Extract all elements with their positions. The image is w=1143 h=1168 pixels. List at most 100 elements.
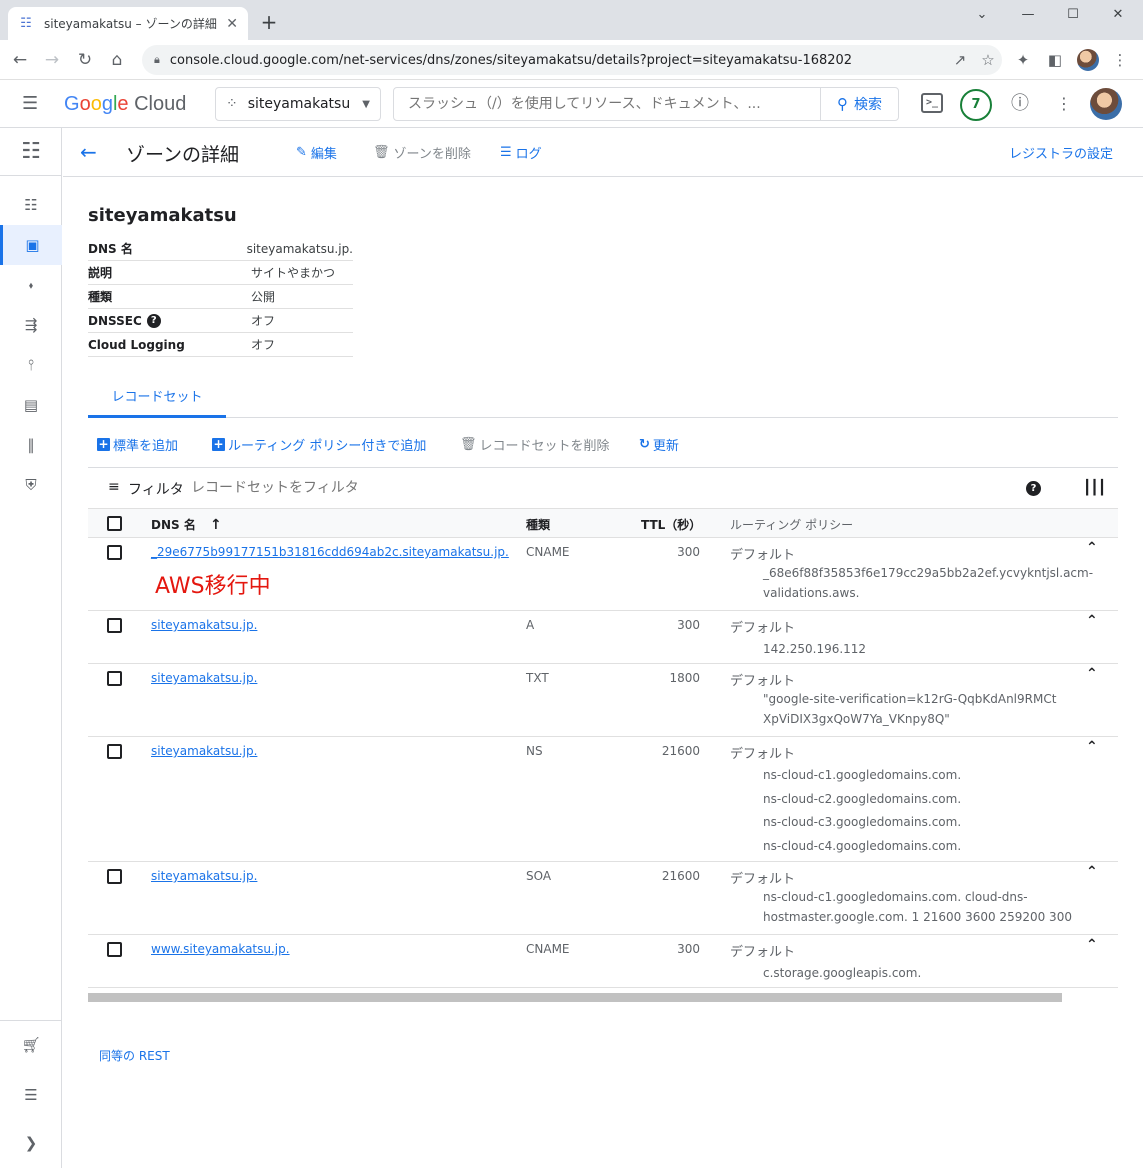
nav-nat-icon[interactable]: ⇶: [0, 305, 62, 345]
back-icon[interactable]: ←: [8, 48, 32, 72]
col-dns-name[interactable]: DNS 名 ↑: [151, 516, 222, 533]
nav-private-service-connect-icon[interactable]: ∥: [0, 425, 62, 465]
forward-icon[interactable]: →: [40, 48, 64, 72]
record-type: TXT: [526, 671, 549, 685]
filter-input[interactable]: [191, 476, 591, 500]
search-button[interactable]: ⚲ 検索: [820, 88, 898, 120]
nav-release-notes-icon[interactable]: ☰: [0, 1075, 62, 1115]
bookmark-star-icon[interactable]: ☆: [974, 51, 1002, 69]
detail-key: DNS 名: [88, 242, 133, 256]
record-policy: デフォルト: [730, 621, 796, 636]
browser-menu-icon[interactable]: ⋮: [1108, 48, 1132, 72]
col-routing-policy: ルーティング ポリシー: [730, 518, 854, 532]
nav-expand-icon[interactable]: ❯: [0, 1123, 62, 1163]
logo-letter: o: [79, 93, 91, 115]
detail-value: オフ: [251, 338, 276, 352]
share-icon[interactable]: ↗: [946, 51, 974, 69]
row-checkbox[interactable]: [107, 942, 122, 957]
help-circle-icon[interactable]: ?: [146, 313, 161, 328]
chevron-up-icon[interactable]: ⌃: [1086, 937, 1098, 953]
chevron-up-icon[interactable]: ⌃: [1086, 864, 1098, 880]
refresh-button[interactable]: ↻ 更新: [639, 435, 679, 454]
horizontal-scrollbar[interactable]: [88, 993, 1062, 1002]
zone-detail-row: 種類 公開: [88, 285, 353, 309]
maximize-button[interactable]: ☐: [1053, 4, 1093, 26]
network-services-icon[interactable]: ☷: [0, 128, 62, 176]
back-arrow-icon[interactable]: ←: [80, 140, 97, 164]
side-panel-icon[interactable]: ◧: [1043, 48, 1067, 72]
nav-cloud-armor-icon[interactable]: ⛨: [0, 465, 62, 505]
notifications-badge[interactable]: 7: [960, 89, 992, 121]
chevron-up-icon[interactable]: ⌃: [1086, 666, 1098, 682]
record-name-link[interactable]: www.siteyamakatsu.jp.: [151, 942, 290, 956]
nav-marketplace-icon[interactable]: 🛒︎: [0, 1025, 62, 1065]
log-button[interactable]: ☰ ログ: [500, 143, 542, 162]
delete-records-label: レコードセットを削除: [479, 439, 610, 454]
delete-zone-button[interactable]: 🗑︎ ゾーンを削除: [373, 143, 471, 162]
record-type: SOA: [526, 869, 552, 883]
search-input[interactable]: [394, 88, 822, 120]
nav-service-directory-icon[interactable]: ▤: [0, 385, 62, 425]
record-name-link[interactable]: siteyamakatsu.jp.: [151, 671, 257, 685]
plus-box-icon: +: [97, 437, 110, 451]
reload-icon[interactable]: ↻: [73, 48, 97, 72]
hamburger-menu-icon[interactable]: ☰: [22, 94, 42, 114]
row-checkbox[interactable]: [107, 671, 122, 686]
search-button-label: 検索: [854, 97, 882, 113]
project-selector[interactable]: ⁘ siteyamakatsu ▼: [215, 87, 381, 121]
record-policy: デフォルト: [730, 872, 796, 887]
column-display-options-icon[interactable]: ┃┃┃: [1083, 480, 1106, 496]
url-text[interactable]: console.cloud.google.com/net-services/dn…: [170, 53, 946, 68]
nav-load-balancing-icon[interactable]: ☷: [0, 185, 62, 225]
row-checkbox[interactable]: [107, 618, 122, 633]
record-data: c.storage.googleapis.com.: [763, 966, 922, 980]
record-ttl: 21600: [661, 869, 700, 883]
home-icon[interactable]: ⌂: [105, 48, 129, 72]
chevron-up-icon[interactable]: ⌃: [1086, 540, 1098, 556]
browser-toolbar: ← → ↻ ⌂ 🔒︎ console.cloud.google.com/net-…: [0, 40, 1143, 80]
user-avatar[interactable]: [1090, 88, 1122, 120]
chevron-up-icon[interactable]: ⌃: [1086, 613, 1098, 629]
equivalent-rest-link[interactable]: 同等の REST: [99, 1047, 170, 1064]
add-standard-button[interactable]: + 標準を追加: [97, 435, 178, 454]
add-standard-label: 標準を追加: [113, 439, 179, 454]
row-checkbox[interactable]: [107, 545, 122, 560]
new-tab-button[interactable]: +: [258, 11, 280, 33]
record-data: ns-cloud-c1.googledomains.com. cloud-dns…: [763, 890, 1072, 924]
record-type: CNAME: [526, 545, 570, 559]
record-name-link[interactable]: siteyamakatsu.jp.: [151, 744, 257, 758]
nav-traffic-director-icon[interactable]: ⫯: [0, 345, 62, 385]
sort-ascending-icon[interactable]: ↑: [210, 517, 222, 533]
help-icon[interactable]: ⓘ: [1008, 92, 1032, 116]
delete-record-sets-button[interactable]: 🗑︎ レコードセットを削除: [460, 435, 610, 454]
tab-search-icon[interactable]: ⌄: [962, 4, 1002, 26]
address-bar[interactable]: 🔒︎ console.cloud.google.com/net-services…: [142, 45, 1002, 75]
nav-cloud-dns-icon[interactable]: ▣: [0, 225, 62, 265]
close-window-button[interactable]: ✕: [1098, 4, 1138, 26]
record-name-link[interactable]: _29e6775b99177151b31816cdd694ab2c.siteya…: [151, 545, 509, 559]
record-type: NS: [526, 744, 543, 758]
detail-key: 説明: [88, 266, 113, 280]
browser-profile-avatar[interactable]: [1077, 49, 1099, 71]
close-tab-icon[interactable]: ✕: [226, 16, 238, 32]
registrar-settings-link[interactable]: レジストラの設定: [1009, 143, 1113, 162]
edit-button[interactable]: ✎ 編集: [296, 143, 337, 162]
record-name-link[interactable]: siteyamakatsu.jp.: [151, 618, 257, 632]
console-header: ☰ Google Cloud ⁘ siteyamakatsu ▼ ⚲ 検索 >_…: [0, 80, 1143, 128]
chevron-up-icon[interactable]: ⌃: [1086, 739, 1098, 755]
row-checkbox[interactable]: [107, 869, 122, 884]
google-cloud-logo[interactable]: Google Cloud: [64, 91, 186, 117]
row-checkbox[interactable]: [107, 744, 122, 759]
record-name-link[interactable]: siteyamakatsu.jp.: [151, 869, 257, 883]
extensions-icon[interactable]: ✦: [1011, 48, 1035, 72]
more-options-icon[interactable]: ⋮: [1052, 92, 1076, 116]
nav-cdn-icon[interactable]: ⬪: [0, 265, 62, 305]
browser-tab[interactable]: ☷ siteyamakatsu – ゾーンの詳細 – ネッ ✕: [8, 7, 248, 40]
minimize-button[interactable]: —: [1008, 4, 1048, 26]
search-icon: ⚲: [837, 95, 848, 113]
help-circle-icon[interactable]: ?: [1026, 481, 1041, 496]
cloud-shell-icon[interactable]: >_: [921, 93, 943, 113]
select-all-checkbox[interactable]: [107, 516, 122, 531]
add-routing-policy-button[interactable]: + ルーティング ポリシー付きで追加: [212, 435, 426, 454]
tab-record-sets[interactable]: レコードセット: [88, 383, 226, 418]
